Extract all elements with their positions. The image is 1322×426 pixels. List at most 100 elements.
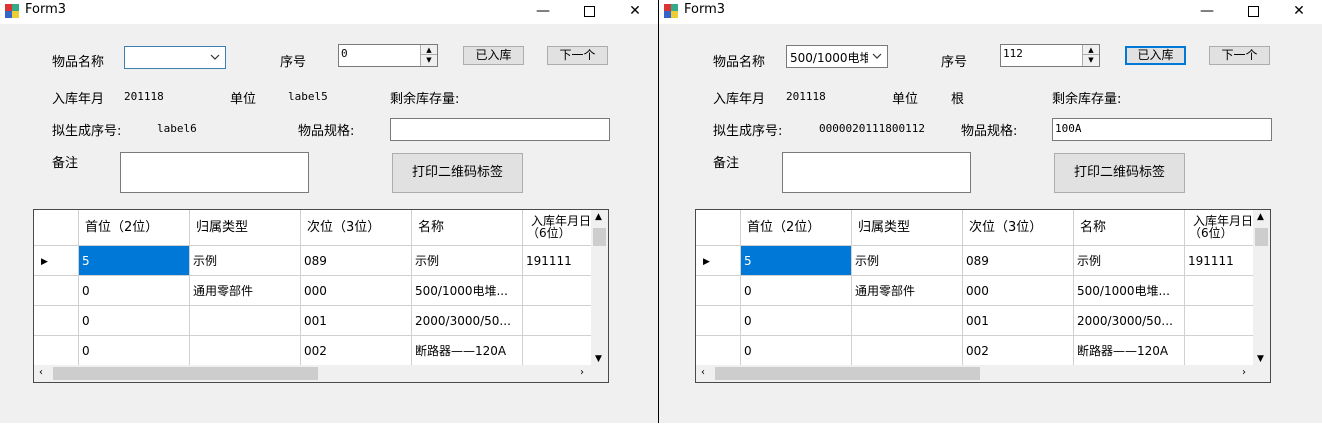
items-grid[interactable]: 首位（2位） 归属类型 次位（3位） 名称 入库年月日 （6位） ▶ 5 示例 0… bbox=[695, 209, 1271, 383]
spin-down-icon[interactable]: ▼ bbox=[1083, 55, 1099, 65]
table-cell[interactable]: 002 bbox=[963, 336, 1074, 366]
table-row[interactable]: 0 通用零部件 000 500/1000电堆... bbox=[696, 276, 1253, 306]
vertical-scroll-thumb[interactable] bbox=[593, 228, 606, 246]
table-cell[interactable]: 示例 bbox=[852, 246, 963, 276]
table-cell[interactable]: 示例 bbox=[190, 246, 301, 276]
item-name-combobox[interactable] bbox=[124, 46, 226, 69]
title-bar[interactable]: Form3 — ✕ bbox=[659, 0, 1322, 24]
table-cell[interactable]: 089 bbox=[963, 246, 1074, 276]
row-header[interactable] bbox=[696, 276, 741, 306]
minimize-icon[interactable]: — bbox=[520, 0, 566, 24]
row-header[interactable]: ▶ bbox=[696, 246, 741, 276]
table-cell[interactable]: 0 bbox=[79, 336, 190, 366]
table-cell[interactable]: 001 bbox=[963, 306, 1074, 336]
maximize-icon[interactable] bbox=[1230, 0, 1276, 24]
table-cell[interactable]: 0 bbox=[79, 276, 190, 306]
column-header[interactable]: 名称 bbox=[412, 210, 523, 246]
next-button[interactable]: 下一个 bbox=[547, 46, 608, 65]
table-cell[interactable]: 0 bbox=[741, 306, 852, 336]
column-header[interactable]: 次位（3位） bbox=[301, 210, 412, 246]
table-cell[interactable]: 191111 bbox=[523, 246, 591, 276]
table-row[interactable]: 0 001 2000/3000/50... bbox=[696, 306, 1253, 336]
scroll-right-icon[interactable]: › bbox=[1242, 367, 1246, 378]
table-cell[interactable]: 000 bbox=[963, 276, 1074, 306]
table-cell[interactable]: 002 bbox=[301, 336, 412, 366]
column-header[interactable]: 归属类型 bbox=[852, 210, 963, 246]
spec-input[interactable] bbox=[390, 118, 610, 141]
item-name-combobox[interactable]: 500/1000电堆 bbox=[786, 45, 888, 68]
table-cell[interactable]: 通用零部件 bbox=[190, 276, 301, 306]
seq-spinner[interactable]: ▲ ▼ bbox=[1082, 45, 1099, 66]
table-cell[interactable] bbox=[1185, 276, 1253, 306]
scroll-down-icon[interactable]: ▼ bbox=[595, 354, 602, 364]
close-icon[interactable]: ✕ bbox=[1276, 0, 1322, 24]
row-header[interactable] bbox=[34, 336, 79, 366]
table-cell[interactable]: 000 bbox=[301, 276, 412, 306]
table-cell[interactable] bbox=[852, 306, 963, 336]
scroll-down-icon[interactable]: ▼ bbox=[1257, 354, 1264, 364]
column-header[interactable]: 次位（3位） bbox=[963, 210, 1074, 246]
spin-down-icon[interactable]: ▼ bbox=[421, 55, 437, 65]
items-grid[interactable]: 首位（2位） 归属类型 次位（3位） 名称 入库年月日 （6位） ▶ 5 示例 0… bbox=[33, 209, 609, 383]
table-cell[interactable]: 089 bbox=[301, 246, 412, 276]
scroll-up-icon[interactable]: ▲ bbox=[595, 212, 602, 222]
scroll-right-icon[interactable]: › bbox=[580, 367, 584, 378]
spin-up-icon[interactable]: ▲ bbox=[1083, 45, 1099, 55]
table-cell[interactable]: 0 bbox=[741, 336, 852, 366]
table-cell[interactable]: 5 bbox=[741, 246, 852, 276]
scroll-left-icon[interactable]: ‹ bbox=[39, 367, 43, 378]
table-row[interactable]: 0 001 2000/3000/50... bbox=[34, 306, 591, 336]
seq-numeric-input[interactable]: 0 ▲ ▼ bbox=[338, 44, 438, 67]
table-cell[interactable] bbox=[852, 336, 963, 366]
horizontal-scroll-thumb[interactable] bbox=[53, 367, 318, 380]
vertical-scrollbar[interactable]: ▲ ▼ bbox=[1253, 210, 1270, 366]
seq-numeric-input[interactable]: 112 ▲ ▼ bbox=[1000, 44, 1100, 67]
row-header[interactable]: ▶ bbox=[34, 246, 79, 276]
row-header[interactable] bbox=[34, 306, 79, 336]
horizontal-scroll-thumb[interactable] bbox=[715, 367, 980, 380]
close-icon[interactable]: ✕ bbox=[612, 0, 658, 24]
table-cell[interactable]: 500/1000电堆... bbox=[412, 276, 523, 306]
table-cell[interactable] bbox=[190, 336, 301, 366]
table-cell[interactable]: 2000/3000/50... bbox=[1074, 306, 1185, 336]
vertical-scrollbar[interactable]: ▲ ▼ bbox=[591, 210, 608, 366]
print-qr-button[interactable]: 打印二维码标签 bbox=[1054, 153, 1185, 193]
table-row[interactable]: 0 通用零部件 000 500/1000电堆... bbox=[34, 276, 591, 306]
column-header[interactable]: 归属类型 bbox=[190, 210, 301, 246]
table-cell[interactable]: 5 bbox=[79, 246, 190, 276]
table-cell[interactable]: 0 bbox=[79, 306, 190, 336]
table-cell[interactable]: 500/1000电堆... bbox=[1074, 276, 1185, 306]
next-button[interactable]: 下一个 bbox=[1209, 46, 1270, 65]
table-row[interactable]: 0 002 断路器——120A bbox=[34, 336, 591, 366]
table-cell[interactable]: 191111 bbox=[1185, 246, 1253, 276]
column-header[interactable]: 入库年月日 （6位） bbox=[1185, 210, 1253, 246]
vertical-scroll-thumb[interactable] bbox=[1255, 228, 1268, 246]
table-cell[interactable]: 001 bbox=[301, 306, 412, 336]
maximize-icon[interactable] bbox=[566, 0, 612, 24]
horizontal-scrollbar[interactable]: ‹ › bbox=[34, 365, 608, 382]
table-cell[interactable] bbox=[523, 336, 591, 366]
table-row[interactable]: ▶ 5 示例 089 示例 191111 bbox=[696, 246, 1253, 276]
table-cell[interactable] bbox=[523, 276, 591, 306]
table-cell[interactable]: 示例 bbox=[412, 246, 523, 276]
spec-input[interactable]: 100A bbox=[1052, 118, 1272, 141]
column-header[interactable]: 入库年月日 （6位） bbox=[523, 210, 591, 246]
row-header[interactable] bbox=[696, 336, 741, 366]
table-cell[interactable] bbox=[190, 306, 301, 336]
row-header[interactable] bbox=[34, 276, 79, 306]
scroll-up-icon[interactable]: ▲ bbox=[1257, 212, 1264, 222]
column-header[interactable]: 首位（2位） bbox=[79, 210, 190, 246]
remark-input[interactable] bbox=[120, 152, 309, 193]
column-header[interactable]: 名称 bbox=[1074, 210, 1185, 246]
table-cell[interactable]: 示例 bbox=[1074, 246, 1185, 276]
table-row[interactable]: ▶ 5 示例 089 示例 191111 bbox=[34, 246, 591, 276]
column-header[interactable]: 首位（2位） bbox=[741, 210, 852, 246]
table-cell[interactable]: 2000/3000/50... bbox=[412, 306, 523, 336]
table-cell[interactable]: 通用零部件 bbox=[852, 276, 963, 306]
spin-up-icon[interactable]: ▲ bbox=[421, 45, 437, 55]
table-row[interactable]: 0 002 断路器——120A bbox=[696, 336, 1253, 366]
print-qr-button[interactable]: 打印二维码标签 bbox=[392, 153, 523, 193]
table-cell[interactable]: 0 bbox=[741, 276, 852, 306]
stored-button[interactable]: 已入库 bbox=[463, 46, 524, 65]
row-header[interactable] bbox=[696, 306, 741, 336]
